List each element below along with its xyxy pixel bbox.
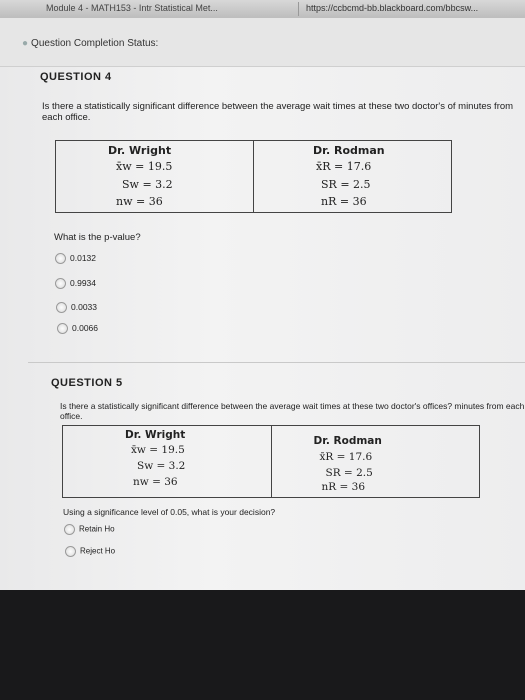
question-4-title: QUESTION 4 <box>40 71 112 83</box>
option-label: 0.0033 <box>71 302 97 312</box>
rodman-header: Dr. Rodman <box>313 435 382 447</box>
rodman-header: Dr. Rodman <box>313 144 385 157</box>
wright-sd: Sw = 3.2 <box>137 460 186 472</box>
option-label: 0.9934 <box>70 278 96 288</box>
q4-option-2[interactable]: 0.9934 <box>55 278 96 290</box>
option-label: Reject Ho <box>80 546 116 556</box>
question-5-text: Is there a statistically significant dif… <box>60 401 525 421</box>
wright-header: Dr. Wright <box>125 429 186 441</box>
q4-option-4[interactable]: 0.0066 <box>57 323 98 335</box>
collapse-toggle-icon[interactable]: ● <box>22 38 28 49</box>
question-5-stats-table: Dr. Wright x̄w = 19.5 Sw = 3.2 nw = 36 D… <box>62 425 480 498</box>
q4-option-1[interactable]: 0.0132 <box>55 253 96 265</box>
question-4-prompt: What is the p-value? <box>54 232 141 243</box>
radio-icon[interactable] <box>64 524 75 535</box>
browser-tab[interactable]: Module 4 - MATH153 - Intr Statistical Me… <box>46 3 218 13</box>
option-label: 0.0066 <box>72 323 98 333</box>
radio-icon[interactable] <box>57 323 68 335</box>
q4-option-3[interactable]: 0.0033 <box>56 302 97 314</box>
q5-option-retain[interactable]: Retain Ho <box>64 524 115 536</box>
wright-n: nw = 36 <box>133 476 178 488</box>
address-bar[interactable]: https://ccbcmd-bb.blackboard.com/bbcsw..… <box>306 3 478 13</box>
question-5-title: QUESTION 5 <box>51 377 123 389</box>
option-label: 0.0132 <box>70 253 96 263</box>
screen-bezel <box>0 590 525 700</box>
wright-n: nw = 36 <box>116 195 163 208</box>
q5-option-reject[interactable]: Reject Ho <box>65 546 115 558</box>
question-divider <box>28 362 525 363</box>
wright-sd: Sw = 3.2 <box>122 178 173 191</box>
radio-icon[interactable] <box>65 546 76 557</box>
question-4-stats-table: Dr. Wright x̄w = 19.5 Sw = 3.2 nw = 36 D… <box>55 140 452 213</box>
rodman-n: nR = 36 <box>321 481 366 493</box>
status-label: Question Completion Status: <box>31 38 159 49</box>
wright-mean: x̄w = 19.5 <box>131 444 185 456</box>
rodman-mean: x̄R = 17.6 <box>319 451 373 463</box>
tab-separator <box>298 2 299 16</box>
wright-mean: x̄w = 19.5 <box>116 160 173 173</box>
radio-icon[interactable] <box>55 278 66 290</box>
rodman-mean: x̄R = 17.6 <box>316 160 372 173</box>
wright-header: Dr. Wright <box>108 144 172 157</box>
browser-tab-bar: Module 4 - MATH153 - Intr Statistical Me… <box>0 0 525 18</box>
rodman-sd: SR = 2.5 <box>321 178 371 191</box>
radio-icon[interactable] <box>55 253 66 265</box>
rodman-n: nR = 36 <box>321 195 367 208</box>
radio-icon[interactable] <box>56 302 67 314</box>
question-5-prompt: Using a significance level of 0.05, what… <box>63 507 276 517</box>
question-4-text: Is there a statistically significant dif… <box>42 101 514 123</box>
question-completion-status[interactable]: ● Question Completion Status: <box>22 38 158 49</box>
option-label: Retain Ho <box>79 524 115 534</box>
rodman-sd: SR = 2.5 <box>325 467 373 479</box>
